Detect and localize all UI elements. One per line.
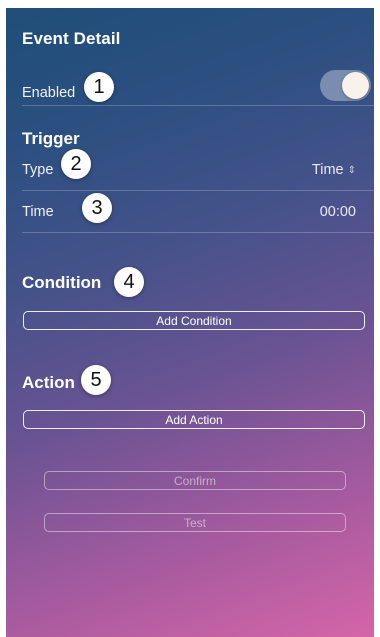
time-label: Time <box>22 204 54 220</box>
callout-badge-5: 5 <box>81 365 111 395</box>
callout-badge-3: 3 <box>82 193 112 223</box>
divider-enabled <box>22 105 374 106</box>
add-condition-button[interactable]: Add Condition <box>23 311 365 330</box>
callout-badge-1: 1 <box>84 72 114 102</box>
callout-badge-2: 2 <box>61 149 91 179</box>
event-detail-screen: Event Detail Enabled 1 Trigger Type 2 Ti… <box>6 8 374 637</box>
chevron-up-down-icon: ⇕ <box>347 164 356 176</box>
callout-badge-4: 4 <box>114 267 144 297</box>
add-action-button[interactable]: Add Action <box>23 410 365 429</box>
test-button[interactable]: Test <box>44 513 346 532</box>
divider-time <box>22 232 374 233</box>
trigger-section-title: Trigger <box>22 129 80 148</box>
type-selector[interactable]: Time ⇕ <box>312 162 356 178</box>
enabled-toggle[interactable] <box>320 70 371 101</box>
time-value[interactable]: 00:00 <box>320 204 356 220</box>
divider-type <box>22 190 374 191</box>
type-label: Type <box>22 162 54 178</box>
condition-section-title: Condition <box>22 273 102 292</box>
confirm-button[interactable]: Confirm <box>44 471 346 490</box>
toggle-knob <box>342 72 369 99</box>
page-title: Event Detail <box>22 29 121 48</box>
type-value: Time <box>311 162 344 178</box>
action-section-title: Action <box>22 373 75 392</box>
enabled-label: Enabled <box>22 85 76 101</box>
